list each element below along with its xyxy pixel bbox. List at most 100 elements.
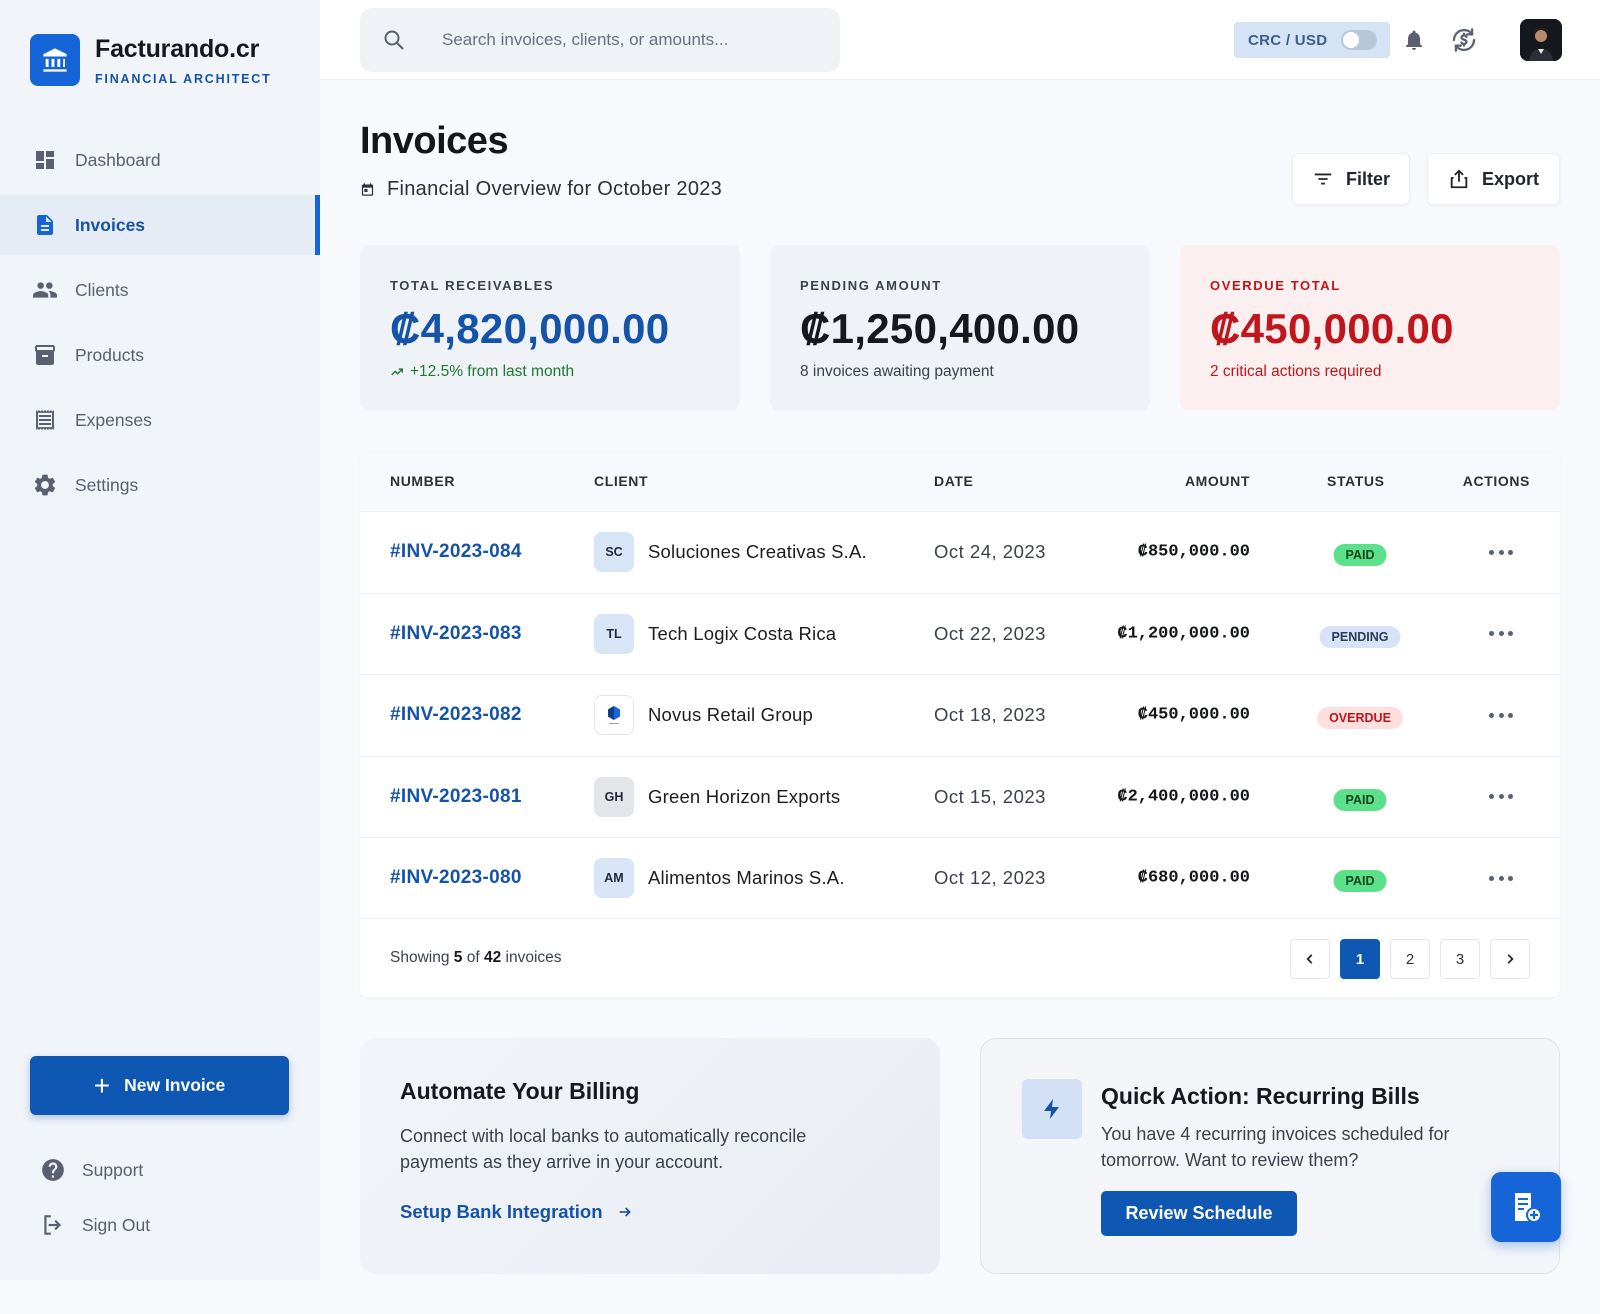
table-row[interactable]: #INV-2023-084 SC Soluciones Creativas S.…: [360, 511, 1560, 593]
more-actions-icon[interactable]: [1486, 622, 1516, 646]
more-actions-icon[interactable]: [1486, 540, 1516, 564]
page-subtitle: Financial Overview for October 2023: [360, 178, 722, 201]
currency-exchange-button[interactable]: [1448, 24, 1480, 56]
stat-label: TOTAL RECEIVABLES: [390, 278, 555, 293]
quick-action-text: You have 4 recurring invoices scheduled …: [1101, 1124, 1450, 1170]
column-header-actions: ACTIONS: [1462, 473, 1530, 489]
new-invoice-button[interactable]: + New Invoice: [30, 1056, 289, 1115]
status-badge: OVERDUE: [1317, 707, 1403, 730]
invoice-icon: [32, 212, 58, 238]
more-actions-icon[interactable]: [1486, 703, 1516, 727]
invoice-amount: ₡2,400,000.00: [1117, 787, 1250, 807]
arrow-right-icon: [617, 1204, 633, 1220]
table-row[interactable]: #INV-2023-083 TL Tech Logix Costa Rica O…: [360, 592, 1560, 675]
sidebar-item-expenses[interactable]: Expenses: [0, 390, 320, 450]
dashboard-icon: [32, 147, 58, 173]
client-name: Tech Logix Costa Rica: [648, 622, 837, 644]
page-button-3[interactable]: 3: [1440, 939, 1480, 979]
search-icon: [382, 28, 406, 52]
currency-toggle[interactable]: CRC / USD: [1234, 22, 1390, 58]
search-input[interactable]: [442, 30, 822, 50]
people-icon: [32, 277, 58, 303]
notifications-button[interactable]: [1398, 24, 1430, 56]
archive-icon: [32, 342, 58, 368]
calendar-icon: [360, 182, 375, 197]
of-word: of: [466, 949, 480, 966]
export-label: Export: [1481, 168, 1539, 189]
search-bar[interactable]: [360, 8, 840, 72]
page-subtitle-text: Financial Overview for October 2023: [387, 178, 723, 200]
invoices-table: NUMBER CLIENT DATE AMOUNT STATUS ACTIONS…: [360, 452, 1560, 997]
support-label: Support: [82, 1159, 144, 1180]
stat-pending-amount: PENDING AMOUNT ₡1,250,400.00 8 invoices …: [770, 245, 1150, 410]
column-header-date: DATE: [934, 473, 974, 489]
stat-total-receivables: TOTAL RECEIVABLES ₡4,820,000.00 +12.5% f…: [360, 245, 740, 410]
client-name: Green Horizon Exports: [648, 785, 841, 807]
filter-button[interactable]: Filter: [1292, 153, 1410, 205]
table-header: NUMBER CLIENT DATE AMOUNT STATUS ACTIONS: [360, 452, 1560, 511]
client-name: Alimentos Marinos S.A.: [648, 867, 845, 889]
table-footer: Showing 5 of 42 invoices 1 2 3: [360, 918, 1560, 997]
table-row[interactable]: #INV-2023-080 AM Alimentos Marinos S.A. …: [360, 837, 1560, 919]
stat-note: 2 critical actions required: [1210, 363, 1382, 380]
invoice-number-link[interactable]: #INV-2023-084: [390, 541, 522, 563]
add-invoice-icon: [1508, 1189, 1544, 1225]
page-button-2[interactable]: 2: [1390, 939, 1430, 979]
sidebar-item-settings[interactable]: Settings: [0, 455, 320, 515]
stat-label: PENDING AMOUNT: [800, 278, 942, 293]
brand-tagline: FINANCIAL ARCHITECT: [95, 71, 272, 86]
more-actions-icon[interactable]: [1486, 866, 1516, 890]
sidebar-item-dashboard[interactable]: Dashboard: [0, 130, 320, 190]
invoice-amount: ₡680,000.00: [1137, 868, 1250, 888]
logout-icon: [40, 1212, 66, 1238]
sidebar-item-clients[interactable]: Clients: [0, 260, 320, 320]
table-row[interactable]: #INV-2023-081 GH Green Horizon Exports O…: [360, 755, 1560, 838]
lightning-icon: [1022, 1079, 1082, 1139]
currency-switch[interactable]: [1341, 30, 1378, 50]
page-button-1[interactable]: 1: [1340, 939, 1380, 979]
stat-value: ₡1,250,400.00: [800, 305, 1080, 352]
prev-page-button[interactable]: [1290, 939, 1330, 979]
currency-exchange-icon: [1449, 25, 1479, 55]
showing-prefix: Showing: [390, 949, 450, 966]
next-page-button[interactable]: [1490, 939, 1530, 979]
more-actions-icon[interactable]: [1486, 785, 1516, 809]
setup-bank-integration-link[interactable]: Setup Bank Integration: [400, 1201, 900, 1223]
sidebar-nav: Dashboard Invoices Clients Products Expe…: [0, 130, 320, 520]
brand[interactable]: Facturando.cr FINANCIAL ARCHITECT: [30, 34, 272, 86]
trending-up-icon: [390, 365, 404, 379]
export-button[interactable]: Export: [1427, 153, 1560, 205]
sidebar-item-label: Products: [75, 344, 145, 365]
status-badge: PENDING: [1319, 625, 1401, 648]
add-invoice-fab[interactable]: [1491, 1172, 1561, 1242]
sidebar-item-products[interactable]: Products: [0, 325, 320, 385]
client-name: Soluciones Creativas S.A.: [648, 541, 867, 563]
invoice-date: Oct 22, 2023: [934, 622, 1046, 644]
sign-out-link[interactable]: Sign Out: [40, 1212, 150, 1238]
client-avatar: SC: [594, 532, 634, 573]
invoice-number-link[interactable]: #INV-2023-082: [390, 704, 522, 726]
sidebar-item-label: Clients: [75, 279, 129, 300]
filter-label: Filter: [1345, 168, 1390, 189]
status-badge: PAID: [1333, 788, 1387, 811]
currency-label: CRC / USD: [1248, 31, 1328, 49]
invoice-date: Oct 24, 2023: [934, 541, 1046, 563]
invoice-date: Oct 15, 2023: [934, 785, 1046, 807]
pagination-summary: Showing 5 of 42 invoices: [390, 949, 562, 967]
stat-value: ₡450,000.00: [1210, 305, 1454, 352]
status-badge: PAID: [1333, 870, 1387, 893]
client-name: Novus Retail Group: [648, 704, 814, 726]
invoice-number-link[interactable]: #INV-2023-081: [390, 786, 522, 808]
sidebar-item-invoices[interactable]: Invoices: [0, 195, 320, 255]
invoice-number-link[interactable]: #INV-2023-083: [390, 623, 522, 645]
table-row[interactable]: #INV-2023-082 Novus Retail Group Oct 18,…: [360, 674, 1560, 756]
total-count: 42: [483, 949, 502, 966]
support-link[interactable]: Support: [40, 1157, 143, 1183]
promo-title: Automate Your Billing: [400, 1078, 640, 1104]
invoice-number-link[interactable]: #INV-2023-080: [390, 867, 522, 889]
client-avatar: TL: [594, 613, 634, 654]
bell-icon: [1402, 27, 1426, 53]
sign-out-label: Sign Out: [82, 1214, 151, 1235]
review-schedule-button[interactable]: Review Schedule: [1101, 1191, 1297, 1236]
avatar[interactable]: [1520, 19, 1562, 61]
